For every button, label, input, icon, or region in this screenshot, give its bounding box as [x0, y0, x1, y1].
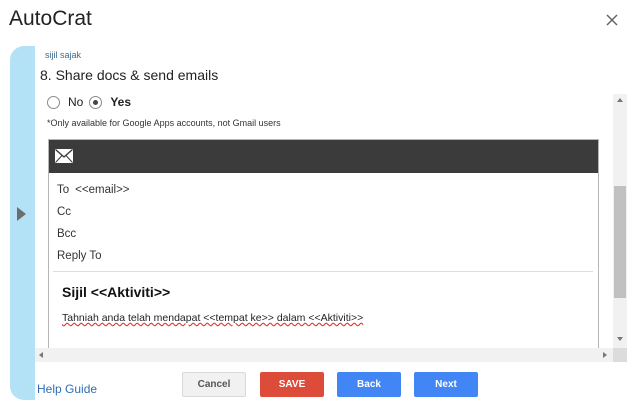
- scroll-up-icon[interactable]: [617, 98, 623, 102]
- back-button[interactable]: Back: [337, 372, 401, 397]
- help-guide-link[interactable]: Help Guide: [37, 382, 97, 396]
- scroll-left-icon[interactable]: [39, 352, 43, 358]
- bcc-field[interactable]: Bcc: [57, 228, 76, 240]
- share-radio-group: No Yes: [47, 95, 137, 109]
- cancel-button[interactable]: Cancel: [182, 372, 246, 397]
- reply-to-field[interactable]: Reply To: [57, 250, 102, 262]
- vertical-scroll-thumb[interactable]: [614, 186, 626, 298]
- email-subject[interactable]: Sijil <<Aktiviti>>: [62, 284, 170, 300]
- scroll-area: No Yes *Only available for Google Apps a…: [35, 94, 627, 362]
- to-value: <<email>>: [75, 184, 130, 196]
- horizontal-scrollbar[interactable]: [35, 348, 613, 362]
- to-label: To: [57, 184, 70, 196]
- app-title: AutoCrat: [9, 7, 92, 30]
- to-field[interactable]: To <<email>>: [57, 184, 130, 196]
- save-button[interactable]: SAVE: [260, 372, 324, 397]
- chevron-right-icon: [17, 207, 26, 221]
- side-rail[interactable]: [10, 46, 35, 400]
- email-header: [49, 140, 598, 173]
- scroll-right-icon[interactable]: [603, 352, 607, 358]
- step-title: 8. Share docs & send emails: [40, 67, 219, 83]
- radio-yes[interactable]: [89, 95, 103, 109]
- divider: [53, 271, 593, 272]
- mail-icon: [55, 149, 73, 163]
- cc-field[interactable]: Cc: [57, 206, 71, 218]
- close-button[interactable]: [602, 10, 622, 30]
- radio-yes-label: Yes: [110, 95, 132, 109]
- close-icon: [606, 14, 618, 26]
- radio-no[interactable]: [47, 95, 60, 109]
- email-body[interactable]: Tahniah anda telah mendapat <<tempat ke>…: [62, 312, 363, 324]
- availability-note: *Only available for Google Apps accounts…: [47, 118, 281, 128]
- email-editor: To <<email>> Cc Bcc Reply To Sijil <<Akti…: [48, 139, 599, 348]
- vertical-scrollbar[interactable]: [613, 94, 627, 348]
- scroll-down-icon[interactable]: [617, 337, 623, 341]
- step-content: No Yes *Only available for Google Apps a…: [35, 94, 613, 348]
- scroll-corner: [613, 348, 627, 362]
- radio-no-label: No: [68, 95, 84, 109]
- next-button[interactable]: Next: [414, 372, 478, 397]
- step-subtitle: sijil sajak: [45, 50, 82, 60]
